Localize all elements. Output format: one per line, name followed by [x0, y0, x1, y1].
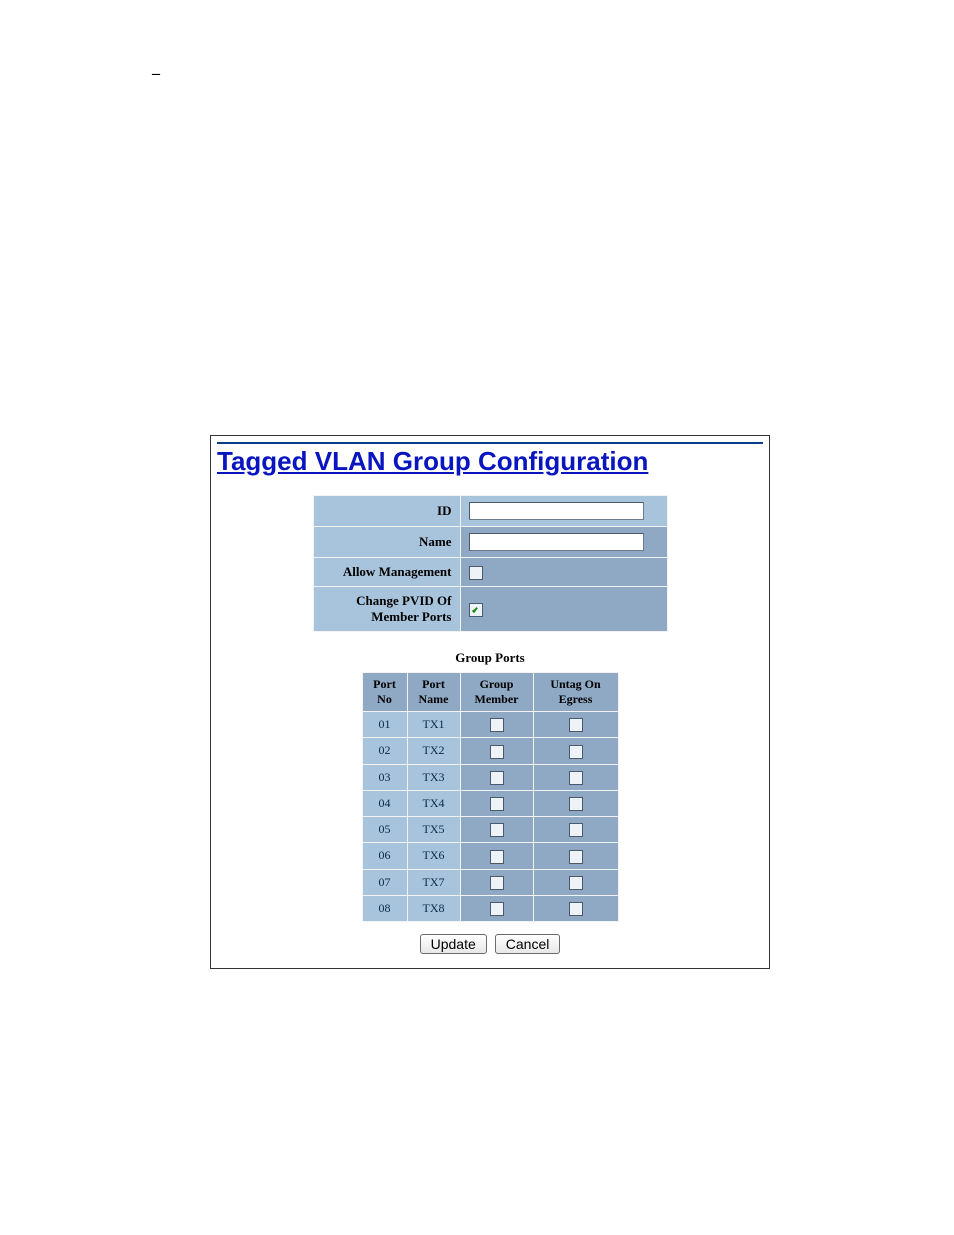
untag-on-egress-cell	[534, 738, 618, 763]
untag-on-egress-cell	[534, 817, 618, 842]
group-member-checkbox[interactable]	[490, 876, 504, 890]
untag-on-egress-cell	[534, 765, 618, 790]
allow-management-checkbox[interactable]	[469, 566, 483, 580]
table-row: 01TX1	[363, 712, 618, 737]
port-no: 04	[363, 791, 407, 816]
port-no: 06	[363, 843, 407, 868]
group-member-checkbox[interactable]	[490, 850, 504, 864]
col-port-no: Port No	[363, 673, 407, 711]
table-row: 02TX2	[363, 738, 618, 763]
untag-on-egress-checkbox[interactable]	[569, 771, 583, 785]
name-cell	[461, 527, 667, 557]
change-pvid-label-line1: Change PVID Of	[356, 593, 451, 608]
table-row: 07TX7	[363, 870, 618, 895]
table-row: 06TX6	[363, 843, 618, 868]
port-name: TX5	[408, 817, 460, 842]
cancel-button[interactable]: Cancel	[495, 934, 561, 954]
untag-on-egress-checkbox[interactable]	[569, 850, 583, 864]
table-row: 08TX8	[363, 896, 618, 921]
port-name: TX3	[408, 765, 460, 790]
table-row: 05TX5	[363, 817, 618, 842]
untag-on-egress-checkbox[interactable]	[569, 823, 583, 837]
untag-on-egress-cell	[534, 712, 618, 737]
change-pvid-label: Change PVID Of Member Ports	[314, 587, 460, 631]
untag-on-egress-cell	[534, 843, 618, 868]
group-member-checkbox[interactable]	[490, 718, 504, 732]
title-rule	[217, 442, 763, 444]
untag-on-egress-checkbox[interactable]	[569, 797, 583, 811]
untag-on-egress-cell	[534, 896, 618, 921]
group-member-cell	[461, 738, 533, 763]
group-member-cell	[461, 870, 533, 895]
untag-on-egress-checkbox[interactable]	[569, 745, 583, 759]
untag-on-egress-checkbox[interactable]	[569, 876, 583, 890]
config-table: ID Name Allow Management Change PVID Of …	[313, 495, 668, 632]
update-button[interactable]: Update	[420, 934, 487, 954]
group-member-cell	[461, 765, 533, 790]
port-name: TX1	[408, 712, 460, 737]
change-pvid-label-line2: Member Ports	[371, 609, 451, 624]
port-no: 08	[363, 896, 407, 921]
group-member-cell	[461, 712, 533, 737]
port-name: TX4	[408, 791, 460, 816]
port-name: TX2	[408, 738, 460, 763]
button-row: Update Cancel	[217, 934, 763, 954]
port-no: 01	[363, 712, 407, 737]
table-row: 03TX3	[363, 765, 618, 790]
change-pvid-cell	[461, 587, 667, 631]
group-member-cell	[461, 843, 533, 868]
group-member-cell	[461, 896, 533, 921]
untag-on-egress-checkbox[interactable]	[569, 718, 583, 732]
group-member-checkbox[interactable]	[490, 771, 504, 785]
port-no: 05	[363, 817, 407, 842]
id-cell	[461, 496, 667, 526]
table-row: 04TX4	[363, 791, 618, 816]
name-input[interactable]	[469, 533, 644, 551]
col-port-name: Port Name	[408, 673, 460, 711]
col-untag-on-egress: Untag On Egress	[534, 673, 618, 711]
port-name: TX7	[408, 870, 460, 895]
port-no: 02	[363, 738, 407, 763]
id-input[interactable]	[469, 502, 644, 520]
group-member-checkbox[interactable]	[490, 902, 504, 916]
col-group-member: Group Member	[461, 673, 533, 711]
group-member-checkbox[interactable]	[490, 823, 504, 837]
untag-on-egress-checkbox[interactable]	[569, 902, 583, 916]
group-ports-caption: Group Ports	[217, 650, 763, 666]
group-ports-table: Port No Port Name Group Member Untag On …	[362, 672, 619, 922]
port-no: 03	[363, 765, 407, 790]
port-name: TX8	[408, 896, 460, 921]
name-label: Name	[314, 527, 460, 557]
config-panel: Tagged VLAN Group Configuration ID Name …	[210, 435, 770, 969]
group-member-cell	[461, 817, 533, 842]
change-pvid-checkbox[interactable]	[469, 603, 483, 617]
port-name: TX6	[408, 843, 460, 868]
group-member-checkbox[interactable]	[490, 797, 504, 811]
port-no: 07	[363, 870, 407, 895]
untag-on-egress-cell	[534, 870, 618, 895]
group-member-cell	[461, 791, 533, 816]
id-label: ID	[314, 496, 460, 526]
untag-on-egress-cell	[534, 791, 618, 816]
stray-dash: –	[152, 65, 160, 83]
allow-management-label: Allow Management	[314, 558, 460, 586]
page-title: Tagged VLAN Group Configuration	[217, 446, 763, 477]
group-member-checkbox[interactable]	[490, 745, 504, 759]
allow-management-cell	[461, 558, 667, 586]
